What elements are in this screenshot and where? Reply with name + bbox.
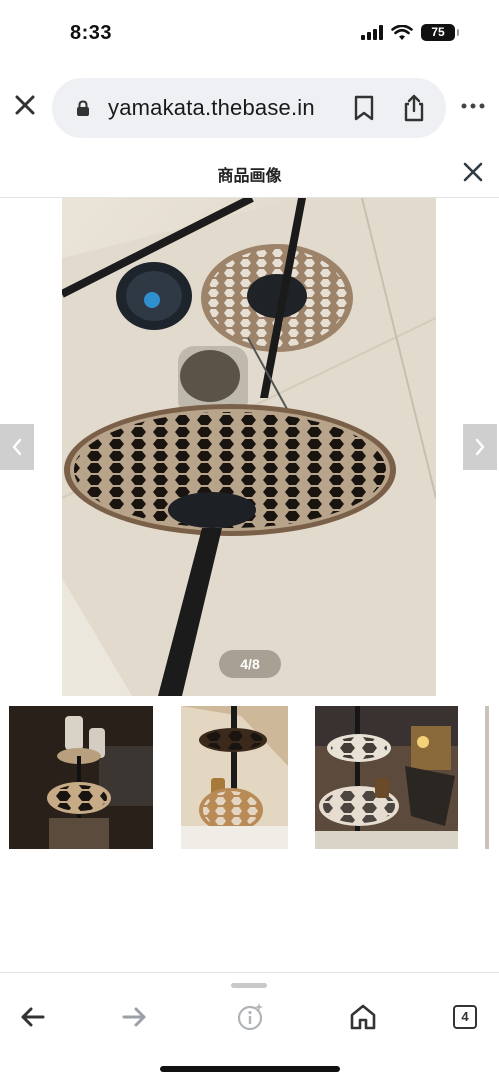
- tabs-count: 4: [453, 1005, 477, 1029]
- viewer-title: 商品画像: [217, 168, 282, 185]
- home-indicator: [160, 1066, 340, 1072]
- previous-image-button[interactable]: [0, 424, 34, 470]
- drag-handle[interactable]: [231, 983, 267, 988]
- image-counter: 4/8: [219, 650, 281, 678]
- url-text[interactable]: yamakata.thebase.in: [108, 95, 315, 121]
- status-icons: 75: [361, 24, 459, 41]
- page-info-icon[interactable]: [234, 1001, 266, 1033]
- product-photo: [62, 198, 436, 696]
- next-image-button[interactable]: [463, 424, 497, 470]
- browser-toolbar: 4: [0, 972, 499, 1080]
- bookmark-icon[interactable]: [352, 95, 376, 121]
- thumbnail-2[interactable]: [181, 706, 288, 849]
- forward-arrow-icon[interactable]: [118, 1001, 150, 1033]
- thumbnail-image: [315, 706, 458, 849]
- thumbnail-image: [181, 706, 288, 849]
- thumbnail-1[interactable]: [9, 706, 153, 849]
- back-arrow-icon[interactable]: [17, 1001, 49, 1033]
- thumbnail-4[interactable]: [485, 706, 489, 849]
- thumbnail-3[interactable]: [315, 706, 458, 849]
- status-bar: 8:33 75: [0, 0, 499, 62]
- main-product-image[interactable]: 4/8: [62, 198, 436, 696]
- wifi-icon: [391, 24, 413, 40]
- more-icon[interactable]: [460, 99, 486, 113]
- lock-icon: [77, 100, 89, 116]
- chevron-left-icon: [12, 438, 22, 456]
- chevron-right-icon: [475, 438, 485, 456]
- address-bar[interactable]: yamakata.thebase.in: [52, 78, 446, 138]
- tabs-button[interactable]: 4: [449, 1001, 481, 1033]
- thumbnail-image: [9, 706, 153, 849]
- close-icon[interactable]: [10, 90, 40, 120]
- browser-address-row: yamakata.thebase.in: [0, 76, 499, 140]
- home-icon[interactable]: [347, 1001, 379, 1033]
- cellular-signal-icon: [361, 25, 383, 40]
- image-viewer-header: 商品画像: [0, 148, 499, 198]
- battery-icon: 75: [421, 24, 459, 41]
- share-icon[interactable]: [402, 94, 426, 122]
- status-time: 8:33: [70, 22, 113, 44]
- viewer-close-icon[interactable]: [461, 160, 485, 184]
